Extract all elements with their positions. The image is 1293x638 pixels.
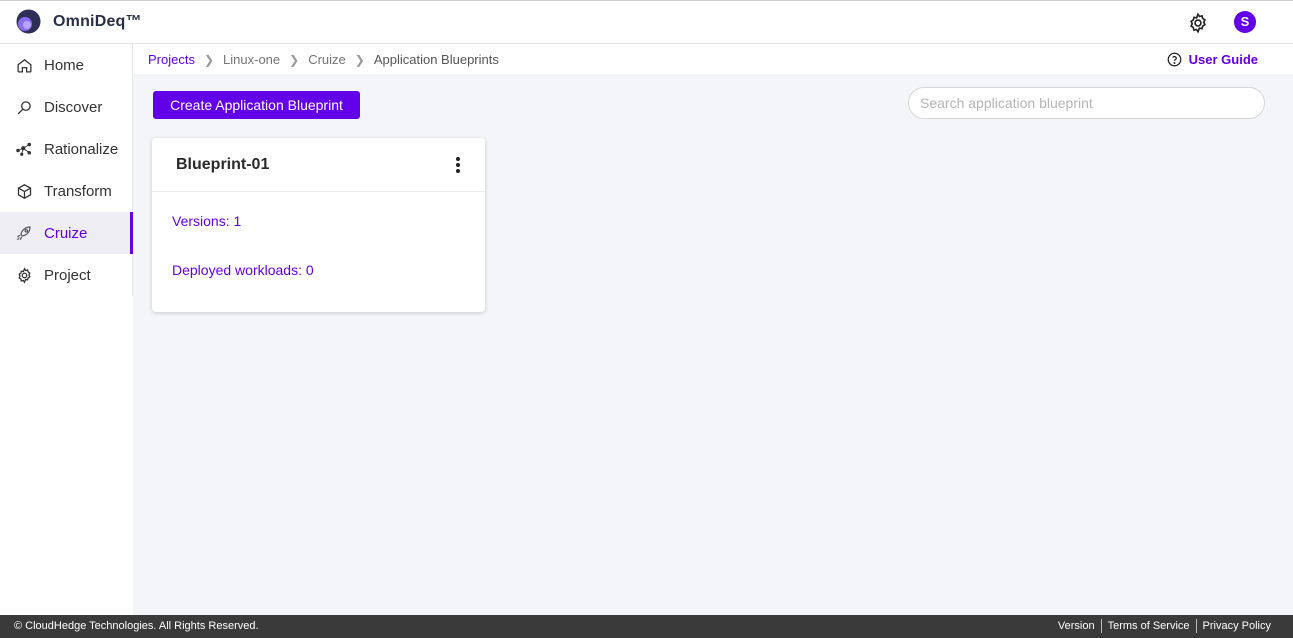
breadcrumb-cruize[interactable]: Cruize: [308, 52, 346, 67]
chevron-right-icon: ❯: [203, 52, 215, 67]
chevron-right-icon: ❯: [289, 52, 300, 67]
card-title: Blueprint-01: [176, 156, 270, 173]
sidebar: Home Discover Rationalize Transform Crui…: [0, 44, 133, 615]
sidebar-item-label: Home: [44, 56, 85, 74]
chevron-right-icon: ❯: [354, 52, 365, 67]
sidebar-item-rationalize[interactable]: Rationalize: [0, 128, 132, 170]
app-title: OmniDeq™: [53, 13, 142, 30]
sidebar-item-label: Discover: [44, 98, 103, 116]
main-content: Projects ❯ Linux-one ❯ Cruize ❯ Applicat…: [133, 44, 1293, 615]
help-circle-icon: [1167, 52, 1182, 67]
cube-icon: [15, 182, 33, 200]
versions-link[interactable]: Versions: 1: [172, 213, 241, 229]
omnideq-logo[interactable]: [16, 9, 41, 34]
sidebar-item-transform[interactable]: Transform: [0, 170, 132, 212]
user-avatar[interactable]: S: [1234, 11, 1256, 33]
sidebar-item-home[interactable]: Home: [0, 44, 132, 86]
gear-icon: [15, 266, 33, 284]
breadcrumb-bar: Projects ❯ Linux-one ❯ Cruize ❯ Applicat…: [133, 44, 1293, 74]
search-icon: [15, 98, 33, 116]
footer-links: Version Terms of Service Privacy Policy: [1052, 619, 1277, 633]
home-icon: [15, 56, 33, 74]
blueprint-card[interactable]: Blueprint-01 Versions: 1 Deployed worklo…: [152, 138, 485, 312]
sidebar-item-discover[interactable]: Discover: [0, 86, 132, 128]
top-bar: OmniDeq™ S: [0, 0, 1293, 44]
settings-gear-icon[interactable]: [1187, 12, 1209, 34]
user-guide-link[interactable]: User Guide: [1167, 52, 1258, 67]
create-application-blueprint-button[interactable]: Create Application Blueprint: [153, 91, 360, 119]
sidebar-item-cruize[interactable]: Cruize: [0, 212, 133, 254]
search-blueprint-input[interactable]: [908, 87, 1265, 119]
footer-link-terms[interactable]: Terms of Service: [1100, 619, 1196, 633]
card-header: Blueprint-01: [152, 138, 485, 192]
breadcrumb-linux-one[interactable]: Linux-one: [223, 52, 280, 67]
sidebar-item-label: Rationalize: [44, 140, 119, 158]
network-icon: [15, 140, 33, 158]
footer: © CloudHedge Technologies. All Rights Re…: [0, 615, 1293, 638]
sidebar-item-label: Cruize: [44, 224, 88, 242]
breadcrumb-application-blueprints: Application Blueprints: [373, 52, 499, 67]
rocket-icon: [15, 224, 33, 242]
user-guide-label: User Guide: [1188, 52, 1258, 67]
footer-link-version[interactable]: Version: [1052, 619, 1101, 633]
breadcrumb: Projects ❯ Linux-one ❯ Cruize ❯ Applicat…: [148, 52, 499, 67]
copyright-text: © CloudHedge Technologies. All Rights Re…: [14, 620, 259, 632]
breadcrumb-projects[interactable]: Projects: [148, 52, 195, 67]
sidebar-item-label: Project: [44, 266, 91, 284]
sidebar-item-label: Transform: [44, 182, 112, 200]
sidebar-menu: Home Discover Rationalize Transform Crui…: [0, 44, 133, 296]
sidebar-item-project[interactable]: Project: [0, 254, 132, 296]
footer-link-privacy[interactable]: Privacy Policy: [1195, 619, 1277, 633]
deployed-workloads-link[interactable]: Deployed workloads: 0: [172, 262, 314, 278]
more-vertical-icon[interactable]: [451, 156, 465, 174]
